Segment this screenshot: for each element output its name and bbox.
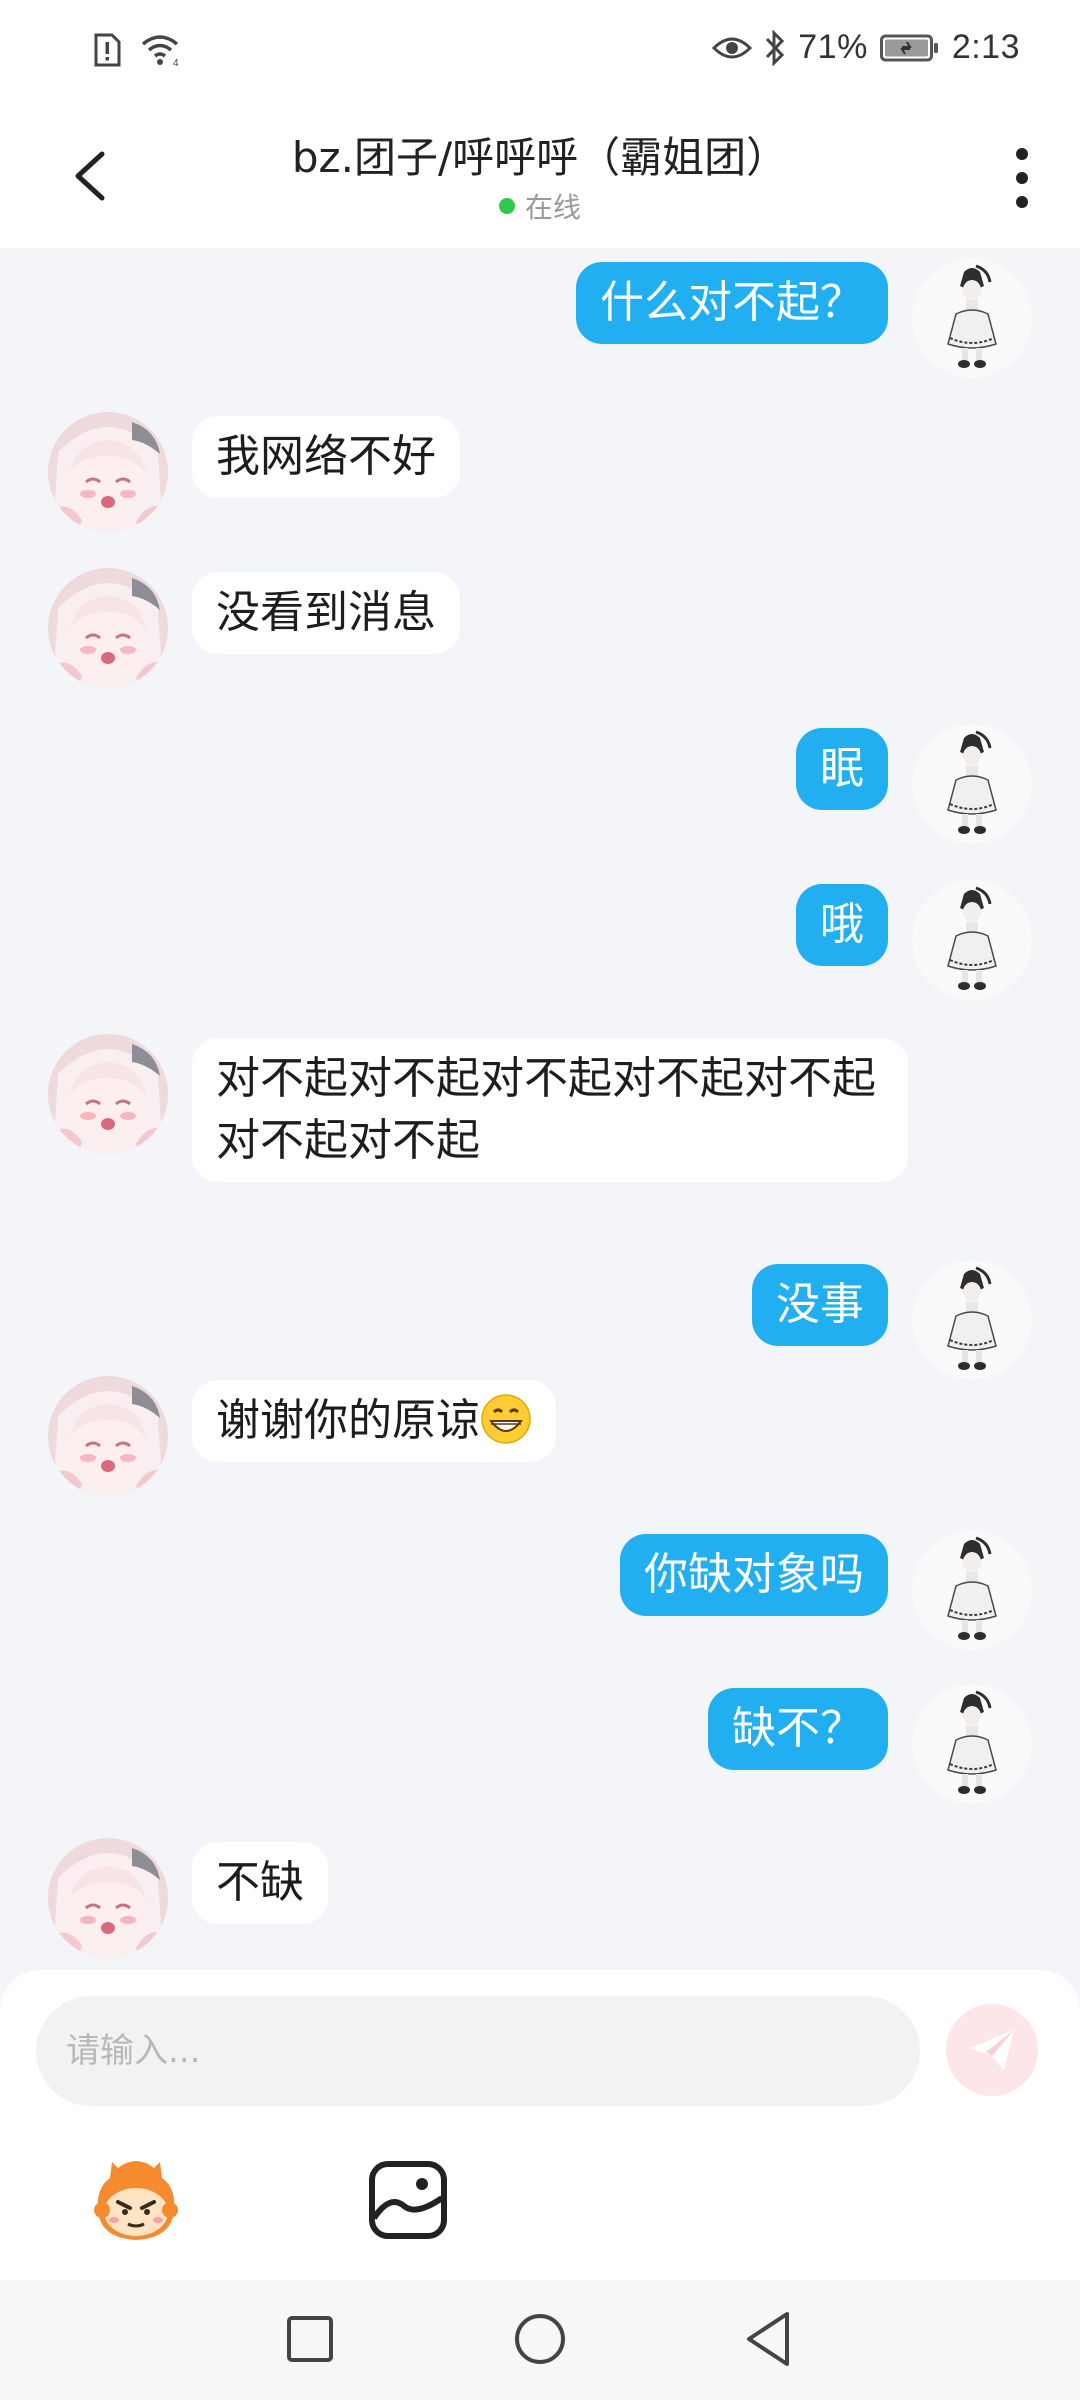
send-button[interactable] — [946, 2004, 1038, 2096]
my-avatar[interactable] — [912, 724, 1032, 844]
battery-icon — [879, 34, 938, 61]
my-avatar[interactable] — [912, 1260, 1032, 1380]
incoming-message-bubble[interactable]: 不缺 — [192, 1842, 328, 1924]
contact-avatar[interactable] — [48, 1838, 168, 1958]
wifi-icon: 4 — [141, 35, 179, 68]
bluetooth-icon — [766, 29, 785, 66]
contact-avatar[interactable] — [48, 1034, 168, 1154]
my-avatar[interactable] — [912, 258, 1032, 378]
outgoing-message-bubble[interactable]: 没事 — [752, 1264, 888, 1346]
chat-header: bz.团子/呼呼呼（霸姐团） 在线 — [0, 104, 1080, 248]
my-avatar[interactable] — [912, 1530, 1032, 1650]
my-avatar[interactable] — [912, 880, 1032, 1000]
chat-title: bz.团子/呼呼呼（霸姐团） — [291, 133, 789, 182]
more-options-button[interactable] — [992, 142, 1052, 214]
outgoing-message-bubble[interactable]: 你缺对象吗 — [620, 1534, 888, 1616]
incoming-message-bubble[interactable]: 对不起对不起对不起对不起对不起对不起对不起 — [192, 1038, 908, 1182]
status-left-icons: 4 — [92, 32, 184, 68]
status-bar: 4 71% 2:13 — [0, 0, 1080, 104]
grinning-face-emoji-icon — [481, 1394, 531, 1444]
recent-apps-icon[interactable] — [275, 2304, 345, 2374]
svg-text:4: 4 — [173, 58, 179, 68]
outgoing-message-bubble[interactable]: 哦 — [796, 884, 888, 966]
home-icon[interactable] — [505, 2304, 575, 2374]
send-icon — [970, 2030, 1014, 2070]
battery-percent: 71% — [798, 28, 868, 66]
outgoing-message-bubble[interactable]: 什么对不起？ — [576, 262, 888, 344]
contact-avatar[interactable] — [48, 412, 168, 532]
eye-icon — [712, 37, 753, 58]
system-nav-bar — [0, 2280, 1080, 2400]
message-input[interactable] — [36, 1996, 920, 2106]
back-nav-icon[interactable] — [735, 2304, 805, 2374]
clock: 2:13 — [951, 28, 1020, 66]
incoming-message-bubble[interactable]: 谢谢你的原谅 — [192, 1380, 556, 1462]
alert-sim-icon — [94, 33, 121, 67]
input-panel — [0, 1970, 1080, 2280]
online-dot-icon — [498, 198, 515, 214]
online-status: 在线 — [0, 186, 1080, 226]
outgoing-message-bubble[interactable]: 眠 — [796, 728, 888, 810]
sticker-icon[interactable] — [88, 2154, 184, 2250]
outgoing-message-bubble[interactable]: 缺不？ — [708, 1688, 888, 1770]
incoming-message-bubble[interactable]: 没看到消息 — [192, 572, 460, 654]
incoming-message-bubble[interactable]: 我网络不好 — [192, 416, 460, 498]
my-avatar[interactable] — [912, 1684, 1032, 1804]
contact-avatar[interactable] — [48, 568, 168, 688]
contact-avatar[interactable] — [48, 1376, 168, 1496]
image-picker-icon[interactable] — [366, 2158, 450, 2242]
message-list[interactable]: 什么对不起？ 我网络不好 没看到消息 眠 哦 对不起对不起对不起对不起对不起对不… — [0, 248, 1080, 1968]
online-label: 在线 — [524, 191, 581, 224]
status-right-icons: 71% 2:13 — [712, 28, 1020, 67]
message-text: 谢谢你的原谅 — [216, 1395, 480, 1446]
